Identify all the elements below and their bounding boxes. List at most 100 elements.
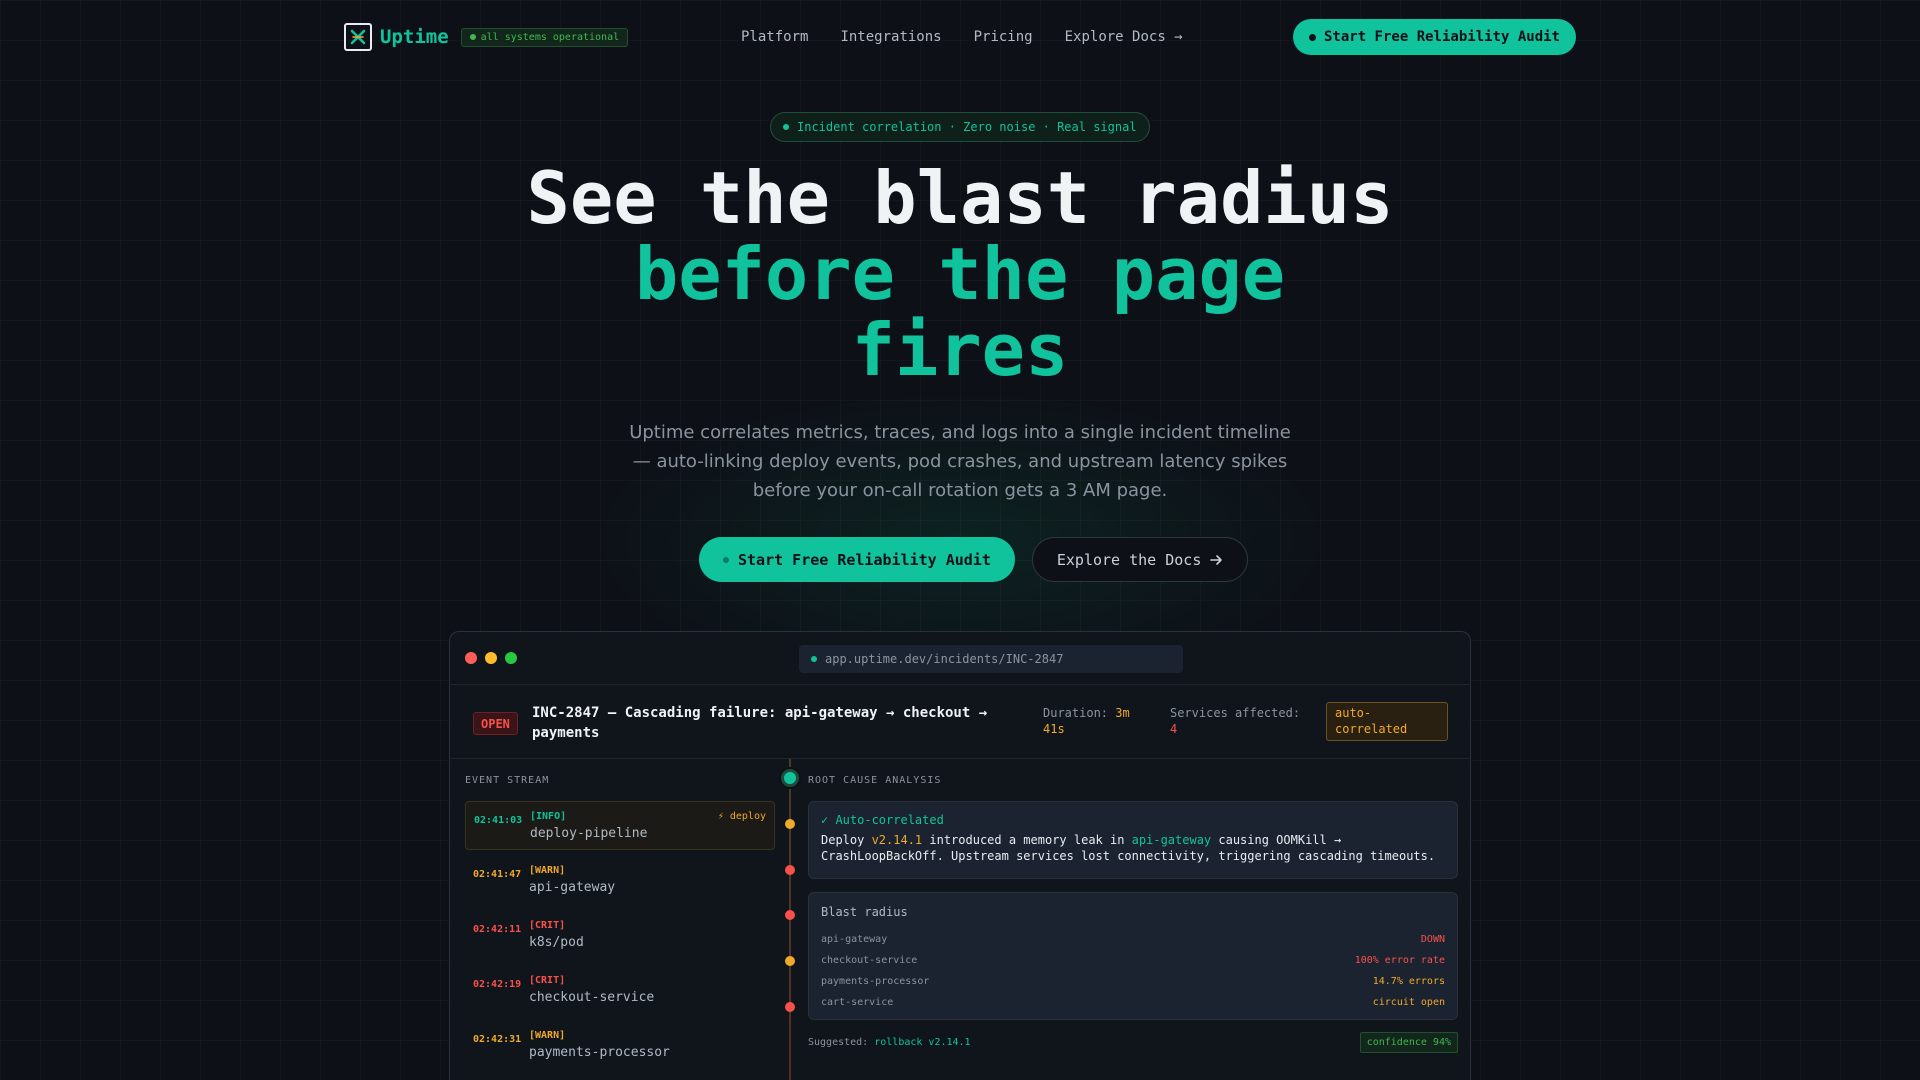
event-level: [INFO] bbox=[530, 811, 567, 822]
brand-name[interactable]: Uptime bbox=[380, 26, 449, 48]
cta-dot-icon bbox=[1308, 33, 1316, 41]
timeline-node-icon bbox=[785, 819, 795, 829]
confidence-badge: confidence 94% bbox=[1359, 1032, 1458, 1053]
incident-services: Services affected: 4 bbox=[1170, 705, 1310, 737]
rca-version: v2.14.1 bbox=[871, 833, 923, 847]
blast-radius-heading: Blast radius bbox=[821, 905, 908, 919]
hero-title-line3: fires bbox=[851, 308, 1069, 392]
nav-link-platform[interactable]: Platform bbox=[741, 29, 808, 45]
maximize-dot-icon[interactable] bbox=[505, 652, 517, 664]
event-row[interactable]: 02:41:03 [INFO] deploy-pipeline ⚡ deploy bbox=[465, 801, 775, 850]
blast-service: checkout-service bbox=[821, 955, 918, 966]
duration-label: Duration: bbox=[1043, 706, 1109, 720]
incident-title: INC-2847 — Cascading failure: api-gatewa… bbox=[532, 705, 988, 741]
event-row[interactable]: 02:41:47 [WARN] api-gateway bbox=[465, 856, 775, 911]
suggested-action-link[interactable]: rollback v2.14.1 bbox=[874, 1037, 970, 1048]
auto-correlated-badge: auto-correlated bbox=[1326, 702, 1448, 741]
nav-cta-button[interactable]: Start Free Reliability Audit bbox=[1292, 19, 1576, 55]
hero-cta-row: Start Free Reliability Audit Explore the… bbox=[699, 537, 1249, 582]
event-level: [WARN] bbox=[529, 865, 566, 876]
event-level: [CRIT] bbox=[529, 920, 566, 931]
event-time: 02:42:11 bbox=[473, 924, 522, 935]
close-dot-icon[interactable] bbox=[465, 652, 477, 664]
start-audit-button[interactable]: Start Free Reliability Audit bbox=[699, 537, 1015, 582]
url-bar[interactable]: app.uptime.dev/incidents/INC-2847 bbox=[799, 645, 1183, 673]
hero-title: See the blast radius before the page fir… bbox=[0, 160, 1920, 388]
event-level: [CRIT] bbox=[529, 975, 566, 986]
event-time: 02:41:47 bbox=[473, 869, 522, 880]
timeline-node-icon bbox=[785, 865, 795, 875]
blast-row: payments-processor 14.7% errors bbox=[821, 971, 1445, 992]
blast-radius-card: Blast radius api-gateway DOWN checkout-s… bbox=[808, 892, 1458, 1020]
incident-duration: Duration: 3m 41s bbox=[1043, 705, 1143, 737]
services-label: Services affected: bbox=[1170, 706, 1301, 720]
hero-tag-text: Incident correlation · Zero noise · Real… bbox=[797, 120, 1137, 134]
timeline-node-icon bbox=[785, 1002, 795, 1012]
rca-text: Deploy v2.14.1 introduced a memory leak … bbox=[821, 833, 1436, 863]
blast-state: 100% error rate bbox=[1354, 955, 1445, 966]
hero-title-line1: See the blast radius bbox=[526, 156, 1394, 240]
tag-dot-icon bbox=[783, 124, 789, 130]
event-deploy-tag: ⚡ deploy bbox=[717, 811, 766, 822]
nav-link-integrations[interactable]: Integrations bbox=[840, 29, 941, 45]
hero-subtitle: Uptime correlates metrics, traces, and l… bbox=[629, 422, 1291, 501]
suggestion-row: Suggested: rollback v2.14.1 confidence 9… bbox=[808, 1032, 1458, 1053]
timeline-root-node-icon bbox=[781, 769, 799, 787]
secure-dot-icon bbox=[811, 656, 817, 662]
event-stream-label: EVENT STREAM bbox=[465, 775, 550, 786]
event-row[interactable]: 02:42:31 [WARN] payments-processor bbox=[465, 1021, 775, 1076]
blast-row: checkout-service 100% error rate bbox=[821, 950, 1445, 971]
nav-link-pricing[interactable]: Pricing bbox=[974, 29, 1033, 45]
event-source: checkout-service bbox=[529, 990, 655, 1005]
hero-tag: Incident correlation · Zero noise · Real… bbox=[770, 112, 1150, 142]
explore-docs-button[interactable]: Explore the Docs bbox=[1031, 537, 1249, 582]
incident-header: OPEN INC-2847 — Cascading failure: api-g… bbox=[450, 685, 1470, 759]
status-dot-icon bbox=[469, 34, 476, 40]
blast-state: 14.7% errors bbox=[1372, 976, 1445, 987]
incident-status-badge: OPEN bbox=[473, 712, 518, 735]
logo-icon[interactable] bbox=[344, 23, 372, 51]
button-dot-icon bbox=[723, 556, 729, 563]
hero-title-line2: before the page bbox=[634, 232, 1286, 316]
event-time: 02:42:19 bbox=[473, 979, 522, 990]
event-level: [WARN] bbox=[529, 1030, 566, 1041]
root-cause-panel: ✓ Auto-correlated Deploy v2.14.1 introdu… bbox=[808, 801, 1458, 1053]
blast-service: payments-processor bbox=[821, 976, 930, 987]
blast-row: api-gateway DOWN bbox=[821, 929, 1445, 950]
status-badge: all systems operational bbox=[460, 27, 629, 47]
timeline-node-icon bbox=[785, 910, 795, 920]
url-text: app.uptime.dev/incidents/INC-2847 bbox=[825, 652, 1064, 666]
services-value: 4 bbox=[1170, 722, 1178, 736]
status-text: all systems operational bbox=[480, 31, 620, 43]
event-row[interactable]: 02:42:11 [CRIT] k8s/pod bbox=[465, 911, 775, 966]
event-time: 02:42:31 bbox=[473, 1034, 522, 1045]
blast-state: circuit open bbox=[1372, 997, 1445, 1008]
blast-service: api-gateway bbox=[821, 934, 888, 945]
nav-link-docs[interactable]: Explore Docs → bbox=[1065, 29, 1183, 45]
arrow-right-icon bbox=[1210, 554, 1223, 565]
blast-row: cart-service circuit open bbox=[821, 992, 1445, 1013]
rca-summary-card: ✓ Auto-correlated Deploy v2.14.1 introdu… bbox=[808, 801, 1458, 879]
event-source: api-gateway bbox=[529, 880, 616, 895]
rca-service: api-gateway bbox=[1131, 833, 1212, 847]
minimize-dot-icon[interactable] bbox=[485, 652, 497, 664]
event-source: payments-processor bbox=[529, 1045, 670, 1060]
event-row[interactable]: 02:42:19 [CRIT] checkout-service bbox=[465, 966, 775, 1021]
nav-links: Platform Integrations Pricing Explore Do… bbox=[741, 29, 1183, 45]
timeline-node-icon bbox=[785, 956, 795, 966]
blast-service: cart-service bbox=[821, 997, 894, 1008]
explore-docs-label: Explore the Docs bbox=[1056, 550, 1202, 569]
rca-heading: ✓ Auto-correlated bbox=[821, 813, 944, 827]
event-time: 02:41:03 bbox=[474, 815, 523, 826]
nav-cta-label: Start Free Reliability Audit bbox=[1323, 29, 1560, 45]
start-audit-label: Start Free Reliability Audit bbox=[738, 550, 991, 569]
rca-label: ROOT CAUSE ANALYSIS bbox=[808, 775, 942, 786]
blast-state: DOWN bbox=[1420, 934, 1445, 945]
app-preview-window: app.uptime.dev/incidents/INC-2847 OPEN I… bbox=[449, 631, 1471, 1080]
event-stream: 02:41:03 [INFO] deploy-pipeline ⚡ deploy… bbox=[465, 801, 775, 1076]
event-source: k8s/pod bbox=[529, 935, 584, 950]
suggested-label: Suggested: bbox=[808, 1037, 869, 1048]
event-source: deploy-pipeline bbox=[530, 826, 648, 841]
window-titlebar: app.uptime.dev/incidents/INC-2847 bbox=[450, 632, 1470, 685]
top-nav: Uptime all systems operational Platform … bbox=[344, 19, 1576, 55]
